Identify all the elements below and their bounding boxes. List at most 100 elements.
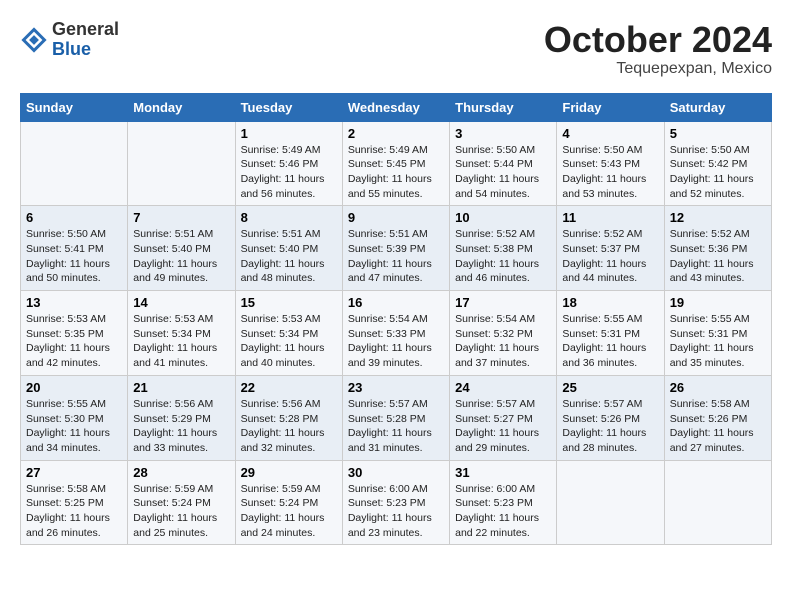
day-number: 9 xyxy=(348,210,444,225)
day-number: 20 xyxy=(26,380,122,395)
day-number: 29 xyxy=(241,465,337,480)
col-thursday: Thursday xyxy=(450,93,557,121)
day-number: 7 xyxy=(133,210,229,225)
location-text: Tequepexpan, Mexico xyxy=(544,60,772,78)
day-number: 6 xyxy=(26,210,122,225)
calendar-cell xyxy=(557,460,664,545)
calendar-cell: 4 Sunrise: 5:50 AMSunset: 5:43 PMDaylight… xyxy=(557,121,664,206)
calendar-cell: 5Sunrise: 5:50 AMSunset: 5:42 PMDaylight… xyxy=(664,121,771,206)
calendar-cell xyxy=(664,460,771,545)
cell-content: Sunrise: 5:49 AMSunset: 5:46 PMDaylight:… xyxy=(241,143,337,202)
day-number: 14 xyxy=(133,295,229,310)
calendar-cell: 30Sunrise: 6:00 AMSunset: 5:23 PMDayligh… xyxy=(342,460,449,545)
day-number: 3 xyxy=(455,126,551,141)
title-block: October 2024 Tequepexpan, Mexico xyxy=(544,20,772,78)
calendar-cell: 15Sunrise: 5:53 AMSunset: 5:34 PMDayligh… xyxy=(235,291,342,376)
calendar-cell: 19Sunrise: 5:55 AMSunset: 5:31 PMDayligh… xyxy=(664,291,771,376)
calendar-week-2: 6 Sunrise: 5:50 AMSunset: 5:41 PMDaylight… xyxy=(21,206,772,291)
day-number: 27 xyxy=(26,465,122,480)
cell-content: Sunrise: 5:51 AMSunset: 5:39 PMDaylight:… xyxy=(348,227,444,286)
col-sunday: Sunday xyxy=(21,93,128,121)
cell-content: Sunrise: 5:54 AMSunset: 5:32 PMDaylight:… xyxy=(455,312,551,371)
calendar-cell: 28 Sunrise: 5:59 AMSunset: 5:24 PMDayligh… xyxy=(128,460,235,545)
calendar-cell: 13 Sunrise: 5:53 AMSunset: 5:35 PMDayligh… xyxy=(21,291,128,376)
day-number: 8 xyxy=(241,210,337,225)
logo-blue-text: Blue xyxy=(52,40,119,60)
col-monday: Monday xyxy=(128,93,235,121)
calendar-cell: 14 Sunrise: 5:53 AMSunset: 5:34 PMDayligh… xyxy=(128,291,235,376)
cell-content: Sunrise: 5:50 AMSunset: 5:42 PMDaylight:… xyxy=(670,143,766,202)
calendar-week-1: 1 Sunrise: 5:49 AMSunset: 5:46 PMDaylight… xyxy=(21,121,772,206)
cell-content: Sunrise: 6:00 AMSunset: 5:23 PMDaylight:… xyxy=(348,482,444,541)
calendar-cell xyxy=(128,121,235,206)
calendar-week-3: 13 Sunrise: 5:53 AMSunset: 5:35 PMDayligh… xyxy=(21,291,772,376)
cell-content: Sunrise: 5:53 AMSunset: 5:34 PMDaylight:… xyxy=(133,312,229,371)
calendar-cell: 8Sunrise: 5:51 AMSunset: 5:40 PMDaylight… xyxy=(235,206,342,291)
calendar-table: Sunday Monday Tuesday Wednesday Thursday… xyxy=(20,93,772,546)
day-number: 16 xyxy=(348,295,444,310)
cell-content: Sunrise: 5:57 AMSunset: 5:28 PMDaylight:… xyxy=(348,397,444,456)
day-number: 2 xyxy=(348,126,444,141)
logo-general-text: General xyxy=(52,20,119,40)
calendar-cell: 1 Sunrise: 5:49 AMSunset: 5:46 PMDaylight… xyxy=(235,121,342,206)
calendar-body: 1 Sunrise: 5:49 AMSunset: 5:46 PMDaylight… xyxy=(21,121,772,545)
cell-content: Sunrise: 5:51 AMSunset: 5:40 PMDaylight:… xyxy=(133,227,229,286)
cell-content: Sunrise: 5:55 AMSunset: 5:31 PMDaylight:… xyxy=(670,312,766,371)
logo-text: General Blue xyxy=(52,20,119,60)
day-number: 11 xyxy=(562,210,658,225)
cell-content: Sunrise: 5:57 AMSunset: 5:27 PMDaylight:… xyxy=(455,397,551,456)
cell-content: Sunrise: 5:52 AMSunset: 5:36 PMDaylight:… xyxy=(670,227,766,286)
cell-content: Sunrise: 6:00 AMSunset: 5:23 PMDaylight:… xyxy=(455,482,551,541)
day-number: 24 xyxy=(455,380,551,395)
cell-content: Sunrise: 5:57 AMSunset: 5:26 PMDaylight:… xyxy=(562,397,658,456)
col-friday: Friday xyxy=(557,93,664,121)
cell-content: Sunrise: 5:58 AMSunset: 5:26 PMDaylight:… xyxy=(670,397,766,456)
calendar-cell: 12 Sunrise: 5:52 AMSunset: 5:36 PMDayligh… xyxy=(664,206,771,291)
day-number: 12 xyxy=(670,210,766,225)
calendar-cell: 18Sunrise: 5:55 AMSunset: 5:31 PMDayligh… xyxy=(557,291,664,376)
calendar-cell xyxy=(21,121,128,206)
cell-content: Sunrise: 5:56 AMSunset: 5:28 PMDaylight:… xyxy=(241,397,337,456)
col-tuesday: Tuesday xyxy=(235,93,342,121)
calendar-week-5: 27 Sunrise: 5:58 AMSunset: 5:25 PMDayligh… xyxy=(21,460,772,545)
cell-content: Sunrise: 5:54 AMSunset: 5:33 PMDaylight:… xyxy=(348,312,444,371)
day-number: 26 xyxy=(670,380,766,395)
month-title: October 2024 xyxy=(544,20,772,60)
calendar-header: Sunday Monday Tuesday Wednesday Thursday… xyxy=(21,93,772,121)
calendar-cell: 29 Sunrise: 5:59 AMSunset: 5:24 PMDayligh… xyxy=(235,460,342,545)
day-number: 17 xyxy=(455,295,551,310)
calendar-cell: 22 Sunrise: 5:56 AMSunset: 5:28 PMDayligh… xyxy=(235,375,342,460)
cell-content: Sunrise: 5:59 AMSunset: 5:24 PMDaylight:… xyxy=(241,482,337,541)
cell-content: Sunrise: 5:50 AMSunset: 5:41 PMDaylight:… xyxy=(26,227,122,286)
cell-content: Sunrise: 5:53 AMSunset: 5:35 PMDaylight:… xyxy=(26,312,122,371)
cell-content: Sunrise: 5:50 AMSunset: 5:44 PMDaylight:… xyxy=(455,143,551,202)
cell-content: Sunrise: 5:50 AMSunset: 5:43 PMDaylight:… xyxy=(562,143,658,202)
logo-icon xyxy=(20,26,48,54)
calendar-cell: 31 Sunrise: 6:00 AMSunset: 5:23 PMDayligh… xyxy=(450,460,557,545)
calendar-cell: 10Sunrise: 5:52 AMSunset: 5:38 PMDayligh… xyxy=(450,206,557,291)
calendar-cell: 6 Sunrise: 5:50 AMSunset: 5:41 PMDaylight… xyxy=(21,206,128,291)
day-number: 4 xyxy=(562,126,658,141)
cell-content: Sunrise: 5:58 AMSunset: 5:25 PMDaylight:… xyxy=(26,482,122,541)
calendar-cell: 11 Sunrise: 5:52 AMSunset: 5:37 PMDayligh… xyxy=(557,206,664,291)
calendar-cell: 7 Sunrise: 5:51 AMSunset: 5:40 PMDaylight… xyxy=(128,206,235,291)
cell-content: Sunrise: 5:52 AMSunset: 5:37 PMDaylight:… xyxy=(562,227,658,286)
day-number: 13 xyxy=(26,295,122,310)
calendar-cell: 16 Sunrise: 5:54 AMSunset: 5:33 PMDayligh… xyxy=(342,291,449,376)
day-number: 1 xyxy=(241,126,337,141)
calendar-cell: 23Sunrise: 5:57 AMSunset: 5:28 PMDayligh… xyxy=(342,375,449,460)
calendar-cell: 20Sunrise: 5:55 AMSunset: 5:30 PMDayligh… xyxy=(21,375,128,460)
cell-content: Sunrise: 5:56 AMSunset: 5:29 PMDaylight:… xyxy=(133,397,229,456)
calendar-cell: 21Sunrise: 5:56 AMSunset: 5:29 PMDayligh… xyxy=(128,375,235,460)
cell-content: Sunrise: 5:59 AMSunset: 5:24 PMDaylight:… xyxy=(133,482,229,541)
day-number: 28 xyxy=(133,465,229,480)
day-number: 22 xyxy=(241,380,337,395)
calendar-cell: 2 Sunrise: 5:49 AMSunset: 5:45 PMDaylight… xyxy=(342,121,449,206)
calendar-cell: 3 Sunrise: 5:50 AMSunset: 5:44 PMDaylight… xyxy=(450,121,557,206)
calendar-cell: 17 Sunrise: 5:54 AMSunset: 5:32 PMDayligh… xyxy=(450,291,557,376)
day-number: 31 xyxy=(455,465,551,480)
cell-content: Sunrise: 5:49 AMSunset: 5:45 PMDaylight:… xyxy=(348,143,444,202)
logo: General Blue xyxy=(20,20,119,60)
calendar-cell: 24 Sunrise: 5:57 AMSunset: 5:27 PMDayligh… xyxy=(450,375,557,460)
day-number: 15 xyxy=(241,295,337,310)
